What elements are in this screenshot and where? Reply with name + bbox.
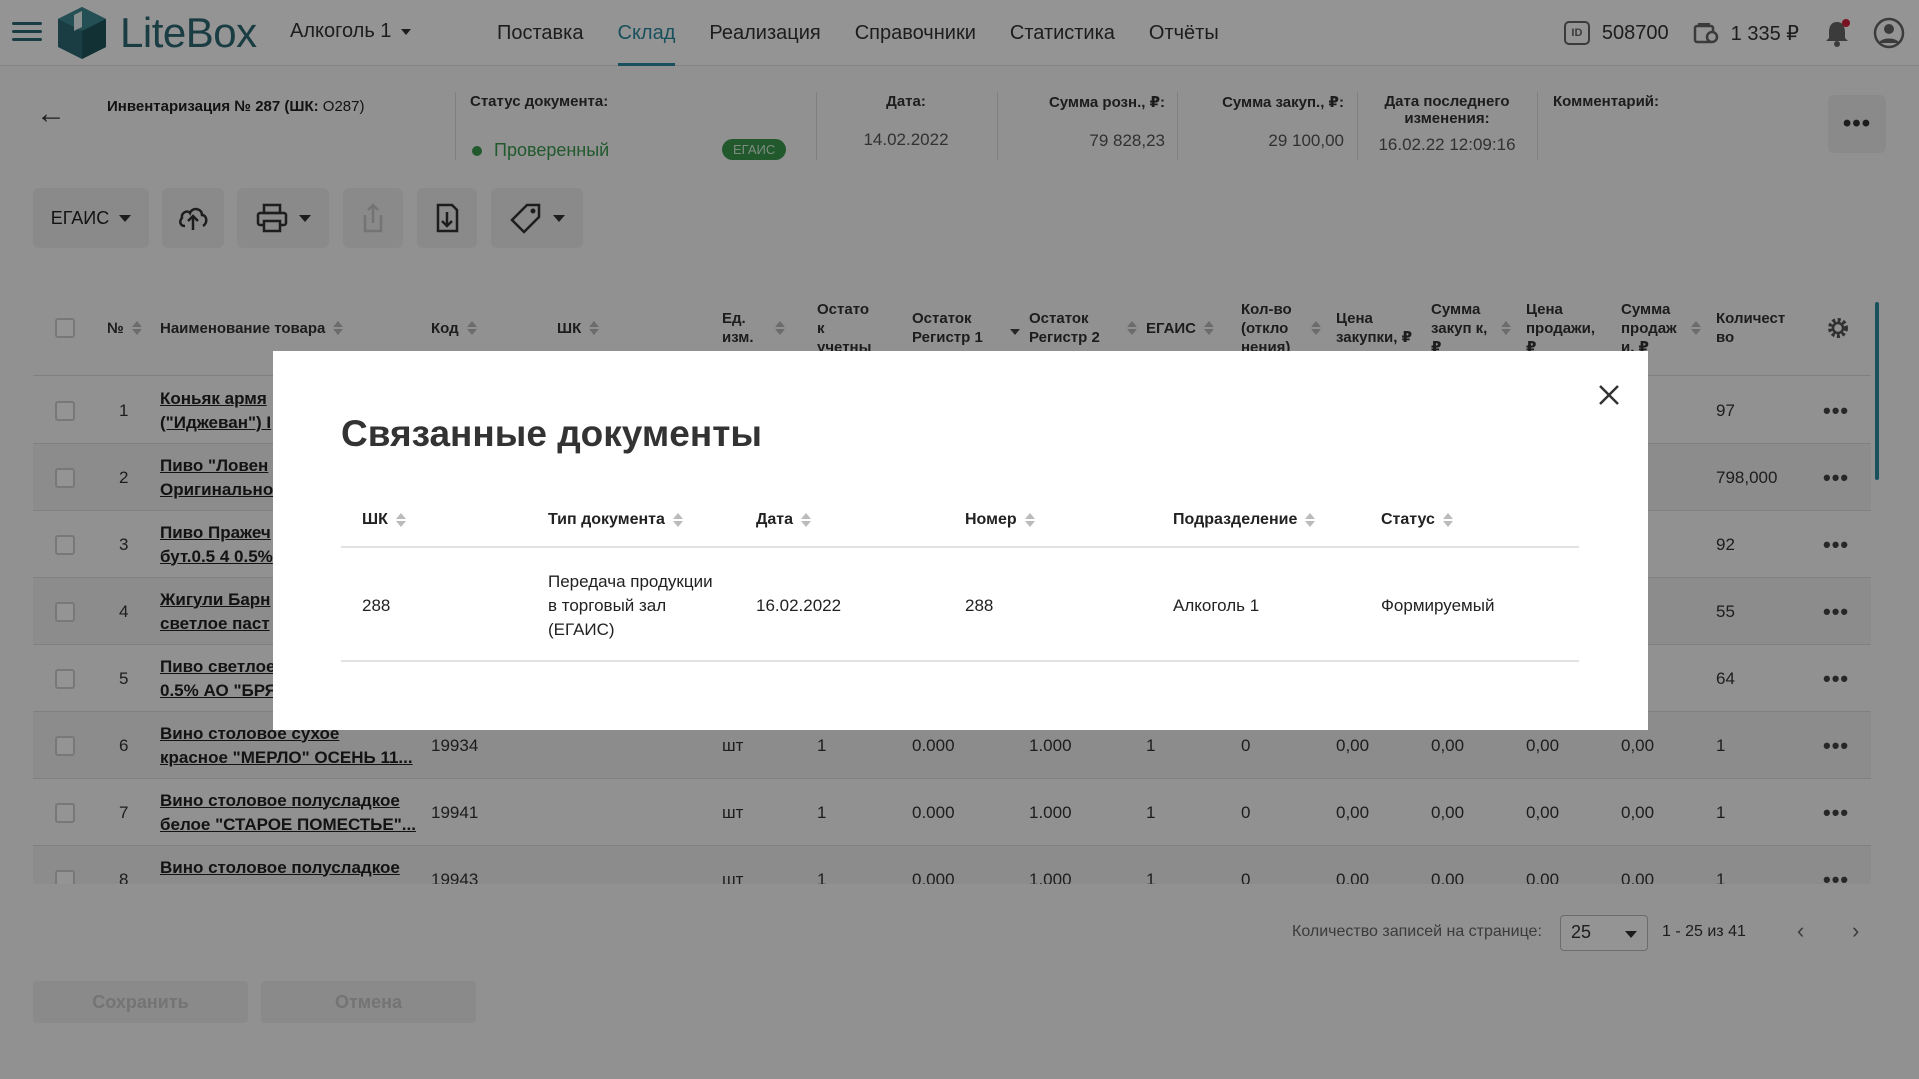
modal-col-date-label: Дата [756,510,794,528]
modal-title: Связанные документы [341,413,762,454]
modal-col-sk-label: ШК [362,510,388,528]
sort-icon [1024,512,1035,528]
modal-col-number[interactable]: Номер [965,491,1035,548]
modal-col-status-label: Статус [1381,510,1435,528]
modal-table-row[interactable]: 288 Передача продукции в торговый зал (Е… [341,549,1579,662]
modal-cell-type-line: Передача продукции [548,571,713,591]
modal-col-status[interactable]: Статус [1381,491,1453,548]
modal-col-type[interactable]: Тип документа [548,491,683,548]
sort-icon [1305,512,1316,528]
modal-cell-sk: 288 [362,595,391,615]
modal-col-number-label: Номер [965,510,1017,528]
modal-col-type-label: Тип документа [548,510,665,528]
sort-icon [801,512,812,528]
sort-icon [1442,512,1453,528]
close-icon[interactable] [1593,379,1625,411]
modal-cell-date: 16.02.2022 [756,595,842,615]
modal-col-date[interactable]: Дата [756,491,812,548]
modal-col-division-label: Подразделение [1173,510,1298,528]
modal-cell-type-line: в торговый зал [548,595,667,615]
modal-cell-type-line: (ЕГАИС) [548,619,615,639]
modal-col-sk[interactable]: ШК [362,491,406,548]
related-documents-modal: Связанные документы ШК Тип документа Дат… [273,351,1648,730]
modal-cell-type: Передача продукции в торговый зал (ЕГАИС… [548,549,748,662]
modal-cell-status: Формируемый [1381,595,1495,615]
sort-icon [672,512,683,528]
modal-cell-number: 288 [965,595,994,615]
modal-table-header: ШК Тип документа Дата Номер Подразделени… [341,491,1579,548]
modal-col-division[interactable]: Подразделение [1173,491,1316,548]
modal-cell-division: Алкоголь 1 [1173,595,1260,615]
sort-icon [395,512,406,528]
